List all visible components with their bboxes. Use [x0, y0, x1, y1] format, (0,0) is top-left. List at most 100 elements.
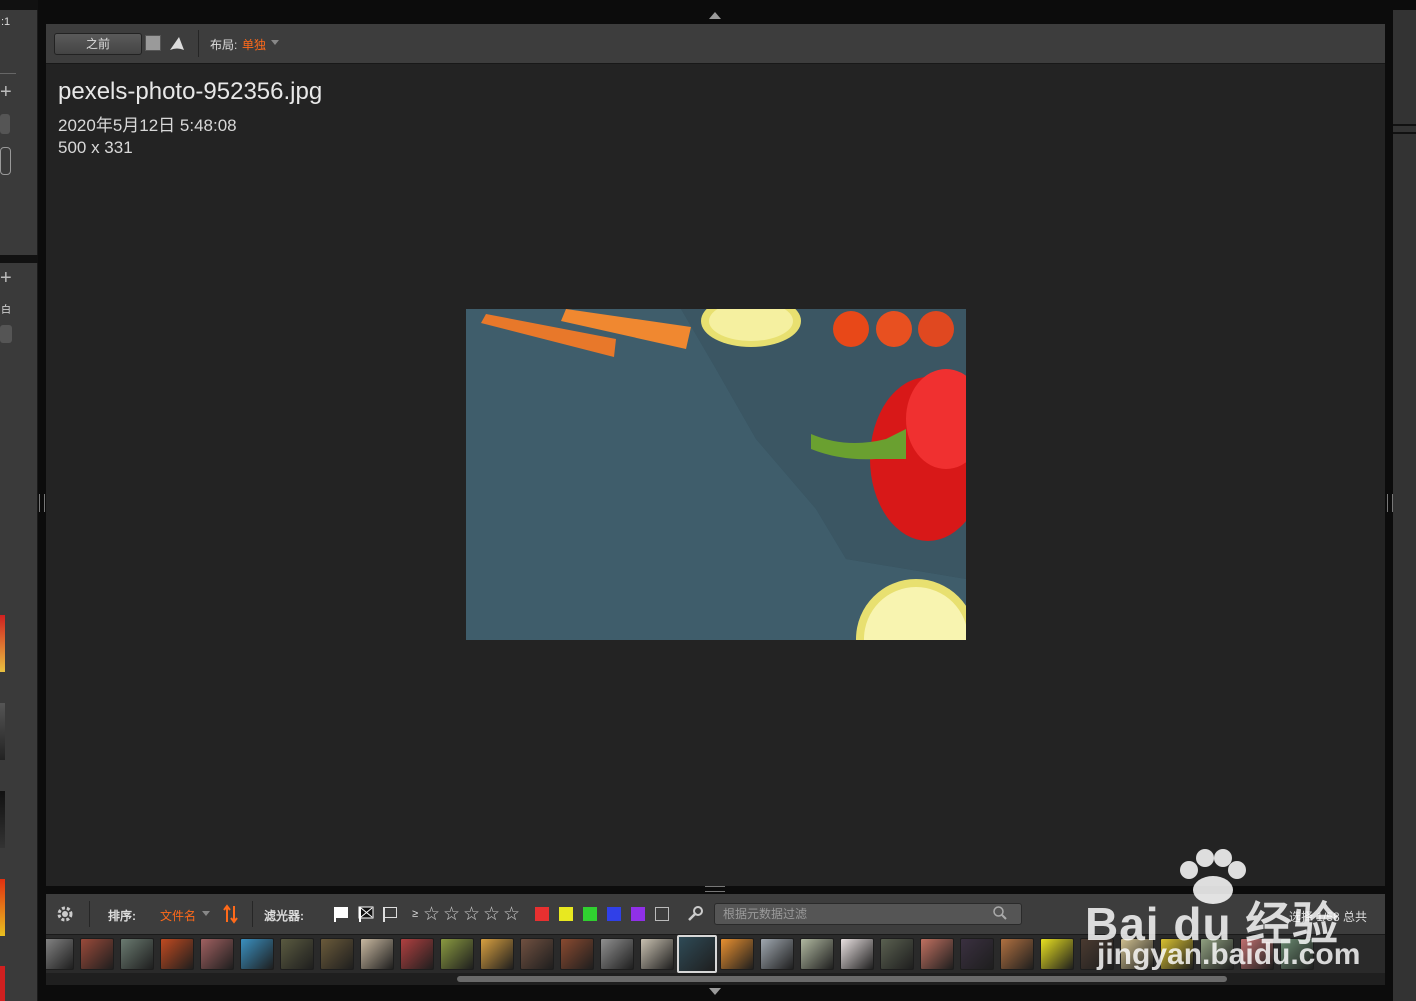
star-rating-5[interactable]: ☆: [503, 903, 520, 926]
filmstrip-thumbnail[interactable]: [920, 938, 954, 970]
color-label-purple[interactable]: [631, 907, 645, 921]
star-rating-1[interactable]: ☆: [423, 903, 440, 926]
filmstrip-thumbnail[interactable]: [160, 938, 194, 970]
divider: [252, 901, 253, 927]
flag-unflagged-icon[interactable]: [382, 906, 398, 922]
layout-dropdown[interactable]: 单独: [242, 36, 266, 53]
preview-image[interactable]: [466, 309, 966, 640]
compare-square-icon[interactable]: [145, 35, 161, 51]
color-label-red[interactable]: [535, 907, 549, 921]
filmstrip-thumbnail-selected[interactable]: [677, 935, 717, 973]
filmstrip-thumbnail[interactable]: [600, 938, 634, 970]
star-rating-2[interactable]: ☆: [443, 903, 460, 926]
filmstrip-thumbnail[interactable]: [1240, 938, 1274, 970]
color-label-yellow[interactable]: [559, 907, 573, 921]
filmstrip-toolbar: 排序: 文件名 滤光器: ≥ ☆ ☆ ☆ ☆ ☆ 选择 1/58 总共: [46, 894, 1385, 935]
search-icon[interactable]: [0, 325, 12, 343]
scrollbar-thumb[interactable]: [457, 976, 1227, 982]
sort-dropdown[interactable]: 文件名: [160, 907, 196, 924]
right-panel-resize-handle[interactable]: [1387, 494, 1393, 512]
divider: [0, 73, 16, 74]
filmstrip-thumbnail[interactable]: [880, 938, 914, 970]
chevron-down-icon[interactable]: [271, 40, 279, 45]
filmstrip-thumbnail[interactable]: [560, 938, 594, 970]
image-file-name: pexels-photo-952356.jpg: [58, 78, 323, 105]
zoom-label[interactable]: :1: [1, 16, 10, 28]
filmstrip-thumbnail[interactable]: [200, 938, 234, 970]
image-date: 2020年5月12日 5:48:08: [58, 116, 237, 135]
filmstrip-thumbnail[interactable]: [720, 938, 754, 970]
filmstrip-thumbnail[interactable]: [46, 938, 74, 970]
search-icon[interactable]: [0, 114, 10, 134]
chevron-down-icon[interactable]: [202, 911, 210, 916]
filmstrip-thumbnail[interactable]: [440, 938, 474, 970]
color-label-blue[interactable]: [607, 907, 621, 921]
sort-label: 排序:: [108, 909, 136, 923]
divider: [1393, 132, 1416, 134]
filmstrip-thumbnail[interactable]: [280, 938, 314, 970]
flag-rejected-icon[interactable]: [358, 906, 374, 922]
filmstrip-thumbnail[interactable]: [1200, 938, 1234, 970]
search-icon[interactable]: [992, 905, 1008, 921]
filmstrip-thumbnail[interactable]: [760, 938, 794, 970]
folder-thumbnail[interactable]: [0, 703, 5, 760]
filmstrip-resize-handle[interactable]: [705, 886, 725, 892]
add-icon[interactable]: +: [0, 268, 12, 288]
right-panel-strip: [1393, 10, 1416, 1001]
filmstrip-thumbnail[interactable]: [640, 938, 674, 970]
wrench-icon[interactable]: [686, 905, 704, 923]
filmstrip-thumbnail[interactable]: [1000, 938, 1034, 970]
image-dimensions: 500 x 331: [58, 138, 133, 157]
rating-operator[interactable]: ≥: [412, 908, 418, 920]
star-rating-3[interactable]: ☆: [463, 903, 480, 926]
before-button[interactable]: 之前: [54, 33, 142, 55]
collapse-top-arrow-icon[interactable]: [709, 12, 721, 19]
filmstrip-thumbnail[interactable]: [960, 938, 994, 970]
filmstrip-thumbnail[interactable]: [520, 938, 554, 970]
collapse-bottom-arrow-icon[interactable]: [709, 988, 721, 995]
metadata-filter-input[interactable]: [714, 903, 1022, 925]
panel-label: 白: [1, 305, 11, 316]
filmstrip-thumbnail[interactable]: [240, 938, 274, 970]
filmstrip-thumbnail[interactable]: [1280, 938, 1314, 970]
filmstrip-thumbnail[interactable]: [80, 938, 114, 970]
filmstrip-thumbnail[interactable]: [400, 938, 434, 970]
star-rating-4[interactable]: ☆: [483, 903, 500, 926]
color-label-none[interactable]: [655, 907, 669, 921]
color-label-green[interactable]: [583, 907, 597, 921]
filter-label: 滤光器:: [264, 909, 304, 923]
sort-order-icon[interactable]: [222, 904, 240, 924]
filmstrip-thumbnail[interactable]: [1080, 938, 1114, 970]
filmstrip-thumbnail[interactable]: [120, 938, 154, 970]
cone-icon[interactable]: [168, 34, 186, 52]
folders-panel: + 白: [0, 263, 38, 1001]
folder-thumbnail[interactable]: [0, 879, 5, 936]
layout-label: 布局:: [210, 38, 238, 52]
filmstrip-thumbnail[interactable]: [800, 938, 834, 970]
gear-icon[interactable]: [56, 905, 74, 923]
selection-count: 选择 1/58 总共: [1289, 910, 1368, 924]
divider: [1393, 124, 1416, 126]
filmstrip-thumbnail[interactable]: [480, 938, 514, 970]
viewer-toolbar: 之前 布局: 单独: [46, 24, 1385, 64]
filmstrip: [46, 935, 1385, 973]
divider: [198, 30, 199, 57]
filmstrip-thumbnail[interactable]: [320, 938, 354, 970]
folder-thumbnail[interactable]: [0, 615, 5, 672]
left-panel-resize-handle[interactable]: [39, 494, 45, 512]
filmstrip-thumbnail[interactable]: [1120, 938, 1154, 970]
folder-thumbnail[interactable]: [0, 791, 5, 848]
filmstrip-thumbnail[interactable]: [360, 938, 394, 970]
filmstrip-thumbnail[interactable]: [1040, 938, 1074, 970]
divider: [89, 901, 90, 927]
image-viewer: 之前 布局: 单独 pexels-photo-952356.jpg 2020年5…: [46, 24, 1385, 886]
filmstrip-thumbnail[interactable]: [1160, 938, 1194, 970]
navigator-panel: :1 +: [0, 10, 38, 255]
left-panel-strip: :1 + + 白: [0, 0, 38, 1001]
flag-picked-icon[interactable]: [333, 906, 349, 922]
filmstrip-thumbnail[interactable]: [840, 938, 874, 970]
panel-toggle-button[interactable]: [0, 147, 11, 175]
folder-thumbnail[interactable]: [0, 966, 5, 1001]
add-icon[interactable]: +: [0, 82, 12, 102]
filmstrip-scrollbar[interactable]: [46, 973, 1385, 985]
